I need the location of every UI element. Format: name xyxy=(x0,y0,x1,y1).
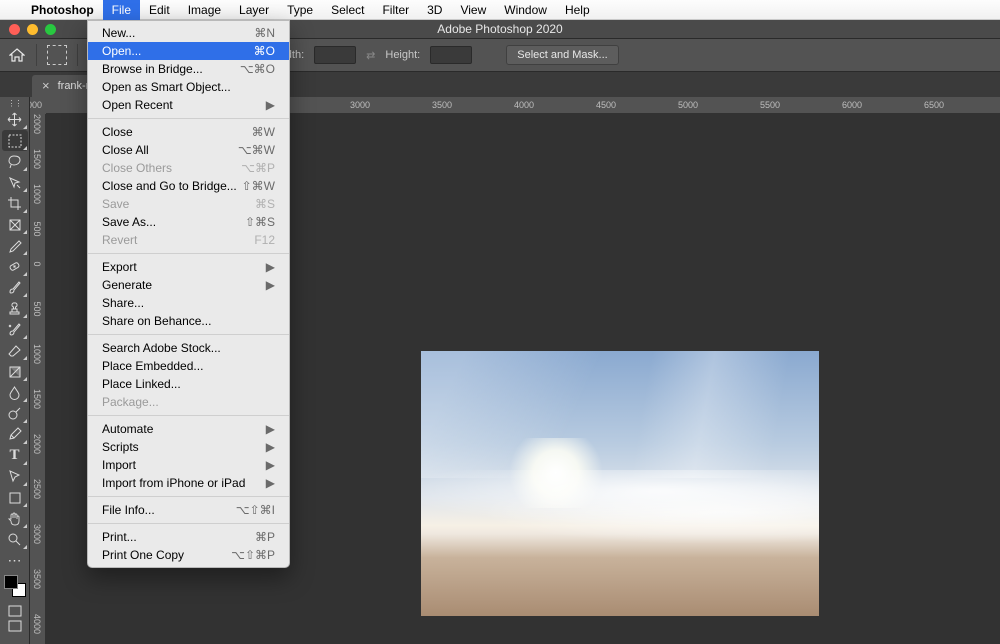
menu-item-file-info[interactable]: File Info...⌥⇧⌘I xyxy=(88,501,289,519)
menu-item-revert: RevertF12 xyxy=(88,231,289,249)
tool-shape[interactable] xyxy=(2,487,28,508)
tool-zoom[interactable] xyxy=(2,529,28,550)
width-input[interactable] xyxy=(314,46,356,64)
document-image[interactable] xyxy=(421,351,819,616)
tool-lasso[interactable] xyxy=(2,151,28,172)
tool-history-brush[interactable] xyxy=(2,319,28,340)
menu-item-generate[interactable]: Generate▶ xyxy=(88,276,289,294)
window-close-icon[interactable] xyxy=(9,24,20,35)
menu-item-place-linked[interactable]: Place Linked... xyxy=(88,375,289,393)
tool-healing[interactable] xyxy=(2,256,28,277)
menu-item-print[interactable]: Print...⌘P xyxy=(88,528,289,546)
app-menu[interactable]: Photoshop xyxy=(22,0,103,20)
swap-dimensions-icon[interactable]: ⇄ xyxy=(366,49,375,62)
menu-layer[interactable]: Layer xyxy=(230,0,278,20)
menu-select[interactable]: Select xyxy=(322,0,373,20)
menu-item-scripts[interactable]: Scripts▶ xyxy=(88,438,289,456)
tab-close-icon[interactable]: × xyxy=(42,81,50,91)
menu-item-print-one-copy[interactable]: Print One Copy⌥⇧⌘P xyxy=(88,546,289,564)
tool-blur[interactable] xyxy=(2,382,28,403)
menu-type[interactable]: Type xyxy=(278,0,322,20)
menu-edit[interactable]: Edit xyxy=(140,0,179,20)
menu-item-save-as[interactable]: Save As...⇧⌘S xyxy=(88,213,289,231)
menu-item-automate[interactable]: Automate▶ xyxy=(88,420,289,438)
tool-pen[interactable] xyxy=(2,424,28,445)
menu-item-new[interactable]: New...⌘N xyxy=(88,24,289,42)
tool-crop[interactable] xyxy=(2,193,28,214)
height-label: Height: xyxy=(385,49,420,61)
menu-window[interactable]: Window xyxy=(495,0,556,20)
menu-item-close-all[interactable]: Close All⌥⌘W xyxy=(88,141,289,159)
menu-image[interactable]: Image xyxy=(179,0,230,20)
tool-more[interactable]: ⋯ xyxy=(2,550,28,571)
window-maximize-icon[interactable] xyxy=(45,24,56,35)
tool-marquee[interactable] xyxy=(2,130,28,151)
home-icon[interactable] xyxy=(8,48,26,63)
tools-panel: ⋮⋮ T ⋯ xyxy=(0,97,30,644)
tool-eyedropper[interactable] xyxy=(2,235,28,256)
tool-brush[interactable] xyxy=(2,277,28,298)
menu-item-close[interactable]: Close⌘W xyxy=(88,123,289,141)
menu-item-save: Save⌘S xyxy=(88,195,289,213)
menu-filter[interactable]: Filter xyxy=(373,0,418,20)
menu-item-package: Package... xyxy=(88,393,289,411)
color-swatches[interactable] xyxy=(4,575,26,597)
menu-item-close-others: Close Others⌥⌘P xyxy=(88,159,289,177)
tool-stamp[interactable] xyxy=(2,298,28,319)
tool-type[interactable]: T xyxy=(2,445,28,466)
marquee-tool-icon[interactable] xyxy=(47,45,67,65)
vertical-ruler[interactable]: 2000150010005000500100015002000250030003… xyxy=(30,114,46,644)
menu-item-share[interactable]: Share... xyxy=(88,294,289,312)
menu-item-browse-in-bridge[interactable]: Browse in Bridge...⌥⌘O xyxy=(88,60,289,78)
menu-item-export[interactable]: Export▶ xyxy=(88,258,289,276)
menu-item-place-embedded[interactable]: Place Embedded... xyxy=(88,357,289,375)
menu-3d[interactable]: 3D xyxy=(418,0,451,20)
tool-eraser[interactable] xyxy=(2,340,28,361)
panel-grip-icon[interactable]: ⋮⋮ xyxy=(8,99,22,109)
screen-mode-icon[interactable] xyxy=(6,619,24,633)
file-menu-dropdown: New...⌘NOpen...⌘OBrowse in Bridge...⌥⌘OO… xyxy=(87,20,290,568)
tool-hand[interactable] xyxy=(2,508,28,529)
menu-item-open[interactable]: Open...⌘O xyxy=(88,42,289,60)
menu-help[interactable]: Help xyxy=(556,0,599,20)
select-and-mask-button[interactable]: Select and Mask... xyxy=(506,45,619,65)
menu-item-close-and-go-to-bridge[interactable]: Close and Go to Bridge...⇧⌘W xyxy=(88,177,289,195)
system-menubar: Photoshop FileEditImageLayerTypeSelectFi… xyxy=(0,0,1000,20)
tool-frame[interactable] xyxy=(2,214,28,235)
tool-quick-select[interactable] xyxy=(2,172,28,193)
menu-item-search-adobe-stock[interactable]: Search Adobe Stock... xyxy=(88,339,289,357)
tool-gradient[interactable] xyxy=(2,361,28,382)
menu-item-open-as-smart-object[interactable]: Open as Smart Object... xyxy=(88,78,289,96)
menu-file[interactable]: File xyxy=(103,0,140,20)
tool-dodge[interactable] xyxy=(2,403,28,424)
menu-item-open-recent[interactable]: Open Recent▶ xyxy=(88,96,289,114)
tool-move[interactable] xyxy=(2,109,28,130)
height-input[interactable] xyxy=(430,46,472,64)
menu-view[interactable]: View xyxy=(451,0,495,20)
menu-item-import-from-iphone-or-ipad[interactable]: Import from iPhone or iPad▶ xyxy=(88,474,289,492)
tool-path-select[interactable] xyxy=(2,466,28,487)
window-minimize-icon[interactable] xyxy=(27,24,38,35)
menu-item-share-on-behance[interactable]: Share on Behance... xyxy=(88,312,289,330)
quick-mask-icon[interactable] xyxy=(6,604,24,618)
menu-item-import[interactable]: Import▶ xyxy=(88,456,289,474)
